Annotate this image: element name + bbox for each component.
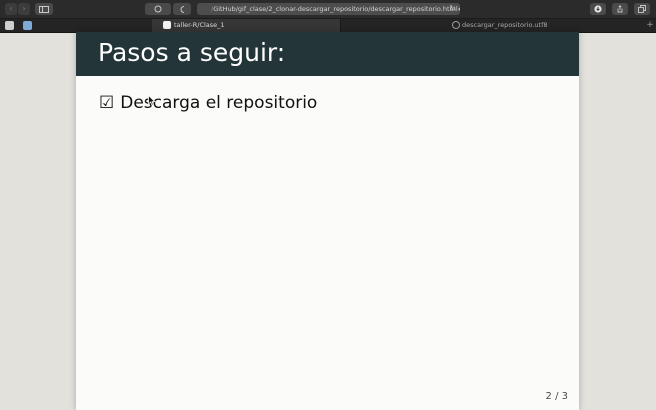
chevron-left-icon: ‹ [9, 4, 13, 13]
back-button[interactable]: ‹ [5, 3, 17, 15]
browser-toolbar: ‹ › /GitHub/gif_clase/2_clonar-descargar… [0, 0, 656, 19]
sidebar-icon [39, 5, 49, 13]
mouse-cursor-icon [148, 95, 156, 106]
extension-button[interactable] [145, 3, 171, 15]
globe-icon [452, 21, 460, 29]
download-icon [594, 5, 602, 13]
share-button[interactable] [612, 3, 628, 15]
share-icon [617, 5, 623, 13]
sidebar-button[interactable] [35, 3, 53, 15]
tabs-icon [638, 5, 646, 13]
reader-icon [180, 5, 184, 13]
bookmark-image-icon[interactable] [23, 21, 32, 30]
tab-bar: taller-R/Clase_1 descargar_repositorio.u… [0, 19, 656, 33]
slide: Pasos a seguir: ☑ Descarga el repositorio… [76, 32, 579, 410]
chevron-right-icon: › [22, 4, 26, 13]
address-url: /GitHub/gif_clase/2_clonar-descargar_rep… [211, 5, 460, 13]
reload-icon[interactable]: ↻ [449, 3, 456, 15]
checkbox-icon: ☑ [99, 93, 115, 113]
github-icon [163, 21, 171, 29]
new-tab-button[interactable]: + [644, 19, 656, 32]
slide-header: Pasos a seguir: [76, 32, 579, 76]
bookmark-icon[interactable] [5, 21, 14, 30]
tabs-overview-button[interactable] [634, 3, 650, 15]
tab-title: descargar_repositorio.utf8 [462, 21, 548, 29]
tab-descargar-repositorio[interactable]: descargar_repositorio.utf8 [340, 19, 644, 32]
downloads-button[interactable] [590, 3, 606, 15]
page-number: 2 / 3 [545, 391, 568, 402]
tab-taller-r[interactable]: taller-R/Clase_1 [152, 19, 340, 32]
reader-button[interactable] [173, 3, 191, 15]
tab-title: taller-R/Clase_1 [174, 21, 225, 29]
circle-icon [154, 5, 162, 13]
address-bar[interactable]: /GitHub/gif_clase/2_clonar-descargar_rep… [197, 3, 460, 15]
list-item: ☑ Descarga el repositorio [99, 92, 317, 114]
slide-title: Pasos a seguir: [98, 38, 286, 67]
forward-button[interactable]: › [18, 3, 30, 15]
